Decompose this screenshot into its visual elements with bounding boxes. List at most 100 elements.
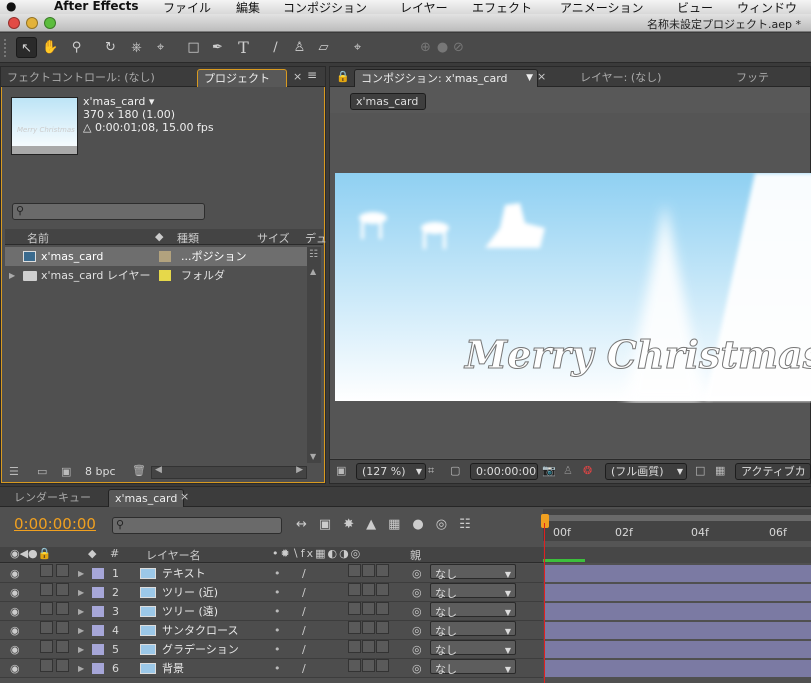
layer-name[interactable]: ツリー (遠): [162, 602, 218, 621]
clone-stamp-icon[interactable]: ♙: [289, 37, 310, 58]
parent-select[interactable]: なし ▼: [430, 564, 516, 581]
menu-view[interactable]: ビュー: [677, 0, 713, 14]
minimize-window-button[interactable]: [26, 17, 38, 29]
work-area-bar[interactable]: [543, 515, 811, 521]
menu-layer[interactable]: レイヤー: [400, 0, 448, 14]
quality-switch-icon[interactable]: ∕: [302, 659, 306, 678]
hide-shy-icon[interactable]: ▲: [366, 517, 388, 532]
av-features-icon[interactable]: ◉◀●🔒: [10, 547, 51, 560]
lock-toggle[interactable]: [56, 659, 69, 672]
pickwhip-icon[interactable]: ◎: [412, 583, 422, 602]
layer-duration-bar[interactable]: [545, 641, 811, 658]
label-icon[interactable]: ◆: [88, 547, 96, 560]
lock-toggle[interactable]: [56, 640, 69, 653]
layer-name[interactable]: グラデーション: [162, 640, 239, 659]
solo-toggle[interactable]: [40, 640, 53, 653]
twirl-arrow-icon[interactable]: ▶: [78, 621, 84, 640]
label-color-swatch[interactable]: [92, 587, 104, 598]
lock-toggle[interactable]: [56, 621, 69, 634]
timeline-layer-row[interactable]: ◉ ▶ 1 テキスト • ∕ ◎ なし ▼: [0, 564, 543, 583]
label-color-swatch[interactable]: [92, 644, 104, 655]
tab-timeline-comp[interactable]: x'mas_card: [108, 489, 185, 507]
scroll-down-icon[interactable]: ▼: [310, 452, 316, 461]
3d-layer-switch[interactable]: [376, 640, 389, 653]
pickwhip-icon[interactable]: ◎: [412, 564, 422, 583]
effect-switch[interactable]: [348, 659, 361, 672]
camera-tool-icon[interactable]: ⎈: [126, 37, 147, 58]
pen-tool-icon[interactable]: ✒: [207, 37, 228, 58]
menu-file[interactable]: ファイル: [163, 0, 211, 14]
twirl-arrow-icon[interactable]: ▶: [78, 659, 84, 678]
scroll-right-icon[interactable]: ▶: [296, 465, 303, 475]
active-camera-select[interactable]: アクティブカ: [735, 463, 811, 480]
current-time-display[interactable]: 0:00:00:00: [470, 463, 538, 480]
eye-icon[interactable]: ◉: [10, 659, 20, 678]
motion-blur-icon[interactable]: ●: [412, 517, 435, 532]
eye-icon[interactable]: ◉: [10, 564, 20, 583]
selection-tool-icon[interactable]: ↖: [16, 37, 37, 58]
twirl-arrow-icon[interactable]: ▶: [78, 583, 84, 602]
motion-blur-switch[interactable]: [362, 640, 375, 653]
pickwhip-icon[interactable]: ◎: [412, 621, 422, 640]
timeline-current-time[interactable]: 0:00:00:00: [14, 515, 96, 533]
zoom-tool-icon[interactable]: ⚲: [66, 37, 87, 58]
shy-switch-icon[interactable]: •: [274, 564, 281, 583]
live-update-icon[interactable]: ▣: [319, 517, 343, 532]
pickwhip-icon[interactable]: ◎: [412, 659, 422, 678]
menu-effect[interactable]: エフェクト: [472, 0, 532, 14]
col-type[interactable]: 種類: [177, 230, 199, 246]
apple-icon[interactable]: ●: [6, 0, 16, 13]
shy-switch-icon[interactable]: •: [274, 659, 281, 678]
parent-select[interactable]: なし ▼: [430, 659, 516, 676]
eye-icon[interactable]: ◉: [10, 602, 20, 621]
scroll-left-icon[interactable]: ◀: [155, 465, 162, 475]
effect-switch[interactable]: [348, 602, 361, 615]
eye-icon[interactable]: ◉: [10, 621, 20, 640]
layer-name-header[interactable]: レイヤー名: [146, 547, 201, 563]
solo-toggle[interactable]: [40, 583, 53, 596]
tab-footage[interactable]: フッテ: [730, 69, 775, 87]
timeline-layer-row[interactable]: ◉ ▶ 5 グラデーション • ∕ ◎ なし ▼: [0, 640, 543, 659]
pickwhip-icon[interactable]: ◎: [412, 640, 422, 659]
layer-name[interactable]: テキスト: [162, 564, 206, 583]
label-icon[interactable]: ◆: [155, 230, 163, 243]
project-vertical-scrollbar[interactable]: ☷ ▲ ▼: [307, 247, 321, 463]
menu-animation[interactable]: アニメーション: [560, 0, 644, 14]
scroll-up-icon[interactable]: ▲: [310, 267, 316, 276]
effect-switch[interactable]: [348, 640, 361, 653]
layer-duration-bar[interactable]: [545, 660, 811, 677]
parent-select[interactable]: なし ▼: [430, 640, 516, 657]
lock-icon[interactable]: 🔒: [336, 70, 350, 83]
label-color-swatch[interactable]: [92, 663, 104, 674]
col-name[interactable]: 名前: [27, 230, 49, 246]
new-comp-icon[interactable]: ▣: [61, 465, 71, 478]
shy-switch-icon[interactable]: •: [274, 621, 281, 640]
frame-blending-icon[interactable]: ▦: [388, 517, 412, 532]
menu-edit[interactable]: 編集: [236, 0, 260, 14]
layer-duration-bar[interactable]: [545, 565, 811, 582]
lock-toggle[interactable]: [56, 602, 69, 615]
brush-tool-icon[interactable]: ∕: [265, 37, 286, 58]
timeline-layer-row[interactable]: ◉ ▶ 4 サンタクロース • ∕ ◎ なし ▼: [0, 621, 543, 640]
always-preview-icon[interactable]: ▣: [336, 464, 346, 477]
layer-name[interactable]: 背景: [162, 659, 184, 678]
shy-switch-icon[interactable]: •: [274, 602, 281, 621]
mask-visibility-icon[interactable]: ▢: [450, 464, 460, 477]
safe-zones-icon[interactable]: ⌗: [428, 464, 434, 478]
label-color-swatch[interactable]: [92, 568, 104, 579]
draft-3d-icon[interactable]: ✸: [343, 517, 366, 532]
3d-layer-switch[interactable]: [376, 602, 389, 615]
close-tab-icon[interactable]: ×: [537, 70, 546, 83]
3d-layer-switch[interactable]: [376, 659, 389, 672]
comp-navigator-button[interactable]: x'mas_card: [350, 93, 426, 110]
label-color-swatch[interactable]: [159, 251, 171, 262]
menu-window[interactable]: ウィンドウ: [737, 0, 797, 14]
timeline-layer-row[interactable]: ◉ ▶ 2 ツリー (近) • ∕ ◎ なし ▼: [0, 583, 543, 602]
composition-viewer[interactable]: Merry Christmas: [330, 113, 811, 458]
col-duration[interactable]: デュ: [305, 230, 327, 246]
rectangle-tool-icon[interactable]: □: [183, 37, 204, 58]
close-tab-icon[interactable]: ×: [180, 490, 189, 503]
parent-select[interactable]: なし ▼: [430, 621, 516, 638]
3d-layer-switch[interactable]: [376, 621, 389, 634]
switches-header-icons[interactable]: •✹∖fx▦◐◑◎: [272, 547, 362, 560]
